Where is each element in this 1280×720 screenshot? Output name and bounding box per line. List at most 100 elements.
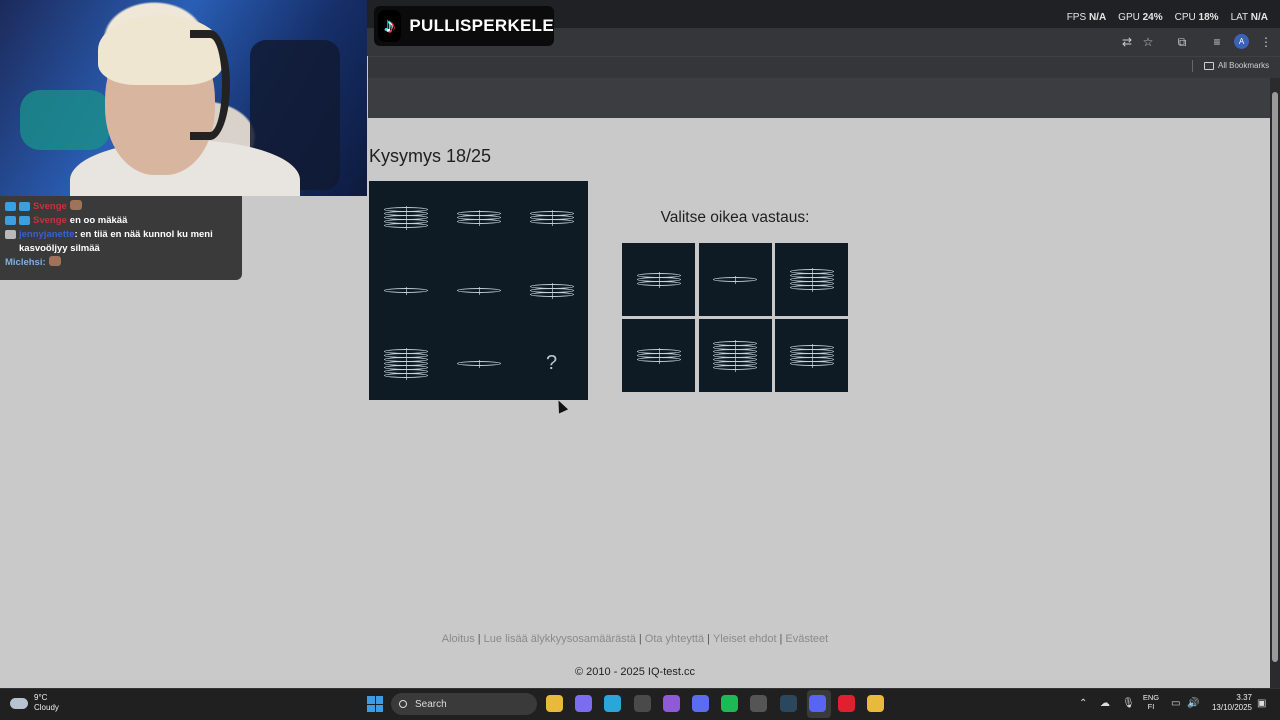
media-icon[interactable] — [662, 695, 680, 712]
obs-icon[interactable] — [750, 695, 768, 712]
folder-icon — [1204, 61, 1214, 70]
weather-description: Cloudy — [34, 703, 59, 712]
webcam-feed — [0, 0, 367, 196]
opera-icon[interactable] — [838, 695, 855, 712]
microphone-icon[interactable]: 🎙 — [1122, 698, 1135, 709]
extensions-icon[interactable]: ⧉ — [1175, 35, 1189, 49]
translate-icon[interactable]: ⇄ — [1120, 35, 1134, 49]
matrix-missing-cell: ? — [515, 327, 588, 400]
footer-link-contact[interactable]: Ota yhteyttä — [645, 633, 704, 645]
emote-icon — [69, 200, 82, 210]
discord-icon[interactable] — [808, 695, 826, 712]
question-title: Kysymys 18/25 — [369, 146, 492, 166]
ring-stack-figure — [456, 286, 501, 295]
arc-icon[interactable] — [692, 695, 709, 712]
copyright-text: © 2010 - 2025 IQ-test.cc — [575, 666, 695, 678]
axis-line — [478, 286, 480, 295]
all-bookmarks-button[interactable]: All Bookmarks — [1204, 61, 1269, 70]
show-hidden-icons-icon[interactable]: ⌃ — [1079, 698, 1087, 709]
bookmark-star-icon[interactable]: ☆ — [1141, 35, 1155, 49]
axis-line — [405, 205, 407, 230]
copilot-icon[interactable] — [575, 695, 593, 712]
tiktok-channel-badge: ♪ PULLISPERKELE — [374, 6, 554, 46]
site-header — [368, 78, 1270, 118]
stat-cpu: CPU 18% — [1174, 12, 1219, 23]
windows-start-icon[interactable] — [367, 696, 383, 712]
matrix-cell — [369, 254, 442, 327]
ring-stack-figure — [529, 282, 574, 299]
network-icon[interactable]: ▭ — [1171, 698, 1180, 709]
weather-widget[interactable]: 9°C Cloudy — [10, 693, 59, 713]
bookmarks-separator — [1192, 60, 1193, 72]
language-indicator[interactable]: ENG FI — [1140, 693, 1162, 711]
chrome-icon[interactable] — [867, 695, 885, 712]
user-badge-icon — [5, 230, 16, 239]
chat-message: Miclehsi: — [5, 256, 237, 270]
spotify-icon[interactable] — [721, 695, 739, 712]
matrix-cell — [369, 181, 442, 254]
puzzle-matrix: ? — [369, 181, 588, 400]
ring-stack-figure — [636, 271, 681, 288]
channel-name: PULLISPERKELE — [409, 16, 554, 35]
answer-option-2[interactable] — [698, 243, 772, 316]
prime-badge-icon — [19, 202, 30, 211]
answer-option-4[interactable] — [622, 319, 695, 392]
all-bookmarks-label: All Bookmarks — [1218, 61, 1270, 70]
couch-shape — [20, 90, 110, 150]
ring-stack-figure — [383, 347, 428, 380]
file-explorer-icon[interactable] — [546, 695, 563, 712]
headset-shape — [190, 30, 230, 140]
footer-link-read-more[interactable]: Lue lisää älykkyysosamäärästä — [484, 633, 636, 645]
chat-message: jennyjanette: en tiiä en nää kunnol ku m… — [5, 228, 237, 256]
axis-line — [551, 282, 553, 299]
chat-username: jennyjanette — [19, 229, 75, 240]
answer-option-3[interactable] — [775, 243, 848, 316]
volume-icon[interactable]: 🔊 — [1187, 698, 1199, 709]
matrix-cell — [442, 181, 515, 254]
footer-link-home[interactable]: Aloitus — [442, 633, 475, 645]
ring-stack-figure — [529, 209, 574, 226]
notifications-icon[interactable]: ▣ — [1257, 698, 1266, 709]
matrix-cell — [442, 254, 515, 327]
ring-stack-figure — [636, 347, 681, 364]
ring-stack-figure — [789, 267, 834, 292]
performance-stats: FPS N/A GPU 24% CPU 18% LAT N/A — [1067, 12, 1268, 23]
ring-stack-figure — [713, 275, 757, 284]
axis-line — [735, 339, 736, 372]
reading-list-icon[interactable]: ≡ — [1210, 35, 1224, 49]
question-mark: ? — [545, 352, 558, 374]
chat-username: Svenge — [33, 215, 67, 226]
chat-username: Miclehsi: — [5, 257, 46, 268]
footer-link-terms[interactable]: Yleiset ehdot — [713, 633, 777, 645]
axis-line — [405, 347, 407, 380]
answer-option-1[interactable] — [622, 243, 695, 316]
mouse-cursor-icon — [553, 398, 569, 414]
profile-avatar[interactable]: A — [1234, 34, 1249, 49]
answer-instruction: Valitse oikea vastaus: — [660, 209, 810, 226]
search-placeholder: Search — [415, 698, 447, 710]
system-clock[interactable]: 3.37 13/10/2025 — [1206, 693, 1252, 713]
taskbar-search[interactable]: Search — [391, 693, 537, 715]
axis-line — [551, 209, 553, 226]
answer-option-6[interactable] — [775, 319, 848, 392]
kebab-menu-icon[interactable]: ⋮ — [1259, 35, 1273, 49]
axis-line — [658, 271, 660, 288]
steam-icon[interactable] — [779, 695, 797, 712]
ring-stack-figure — [456, 359, 501, 368]
answer-option-5[interactable] — [698, 319, 772, 392]
subscriber-badge-icon — [5, 202, 16, 211]
edge-icon[interactable] — [604, 695, 622, 712]
stat-gpu: GPU 24% — [1118, 12, 1163, 23]
footer-links: Aloitus | Lue lisää älykkyysosamäärästä | Ot… — [441, 633, 829, 645]
footer-link-cookies[interactable]: Evästeet — [785, 633, 828, 645]
scrollbar-thumb[interactable] — [1272, 92, 1278, 662]
ring-stack-figure — [789, 343, 834, 368]
axis-line — [811, 343, 813, 368]
stat-lat: LAT N/A — [1230, 12, 1268, 23]
store-icon[interactable] — [633, 695, 651, 712]
chat-message: Svenge — [5, 200, 237, 214]
onedrive-icon[interactable]: ☁ — [1100, 698, 1110, 709]
axis-line — [478, 209, 480, 226]
ring-stack-figure — [456, 209, 501, 226]
ring-stack-figure — [713, 339, 757, 372]
